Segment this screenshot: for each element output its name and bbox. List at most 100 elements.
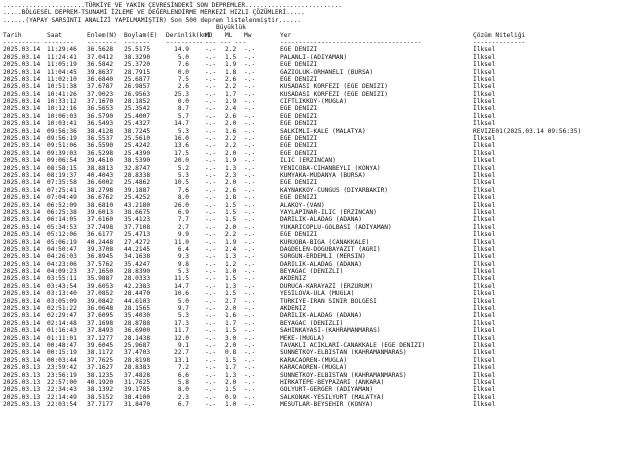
lon-cell: 25.3720 [124,61,151,69]
solution-cell: İlksel [473,312,496,320]
place-cell: MESUTLAR-BEYSEHIR (KONYA) [280,401,374,409]
lon-cell: 39.1785 [124,386,151,394]
lon-cell: 35.4247 [124,260,151,268]
place-cell: EGE DENIZI [280,135,318,143]
table-row: 2025.03.14 03:55:11 35.9887 28.0333 11.5 -.- 1… [3,275,640,282]
depth-cell: 17.5 [174,149,189,157]
time-cell: 09:51:06 [47,142,77,150]
table-row: 2025.03.14 04:50:47 39.3708 44.2145 6.4 -.- 2.… [3,246,640,253]
place-cell: EGE DENIZI [280,149,318,157]
mw-cell: -.- [244,216,256,224]
ml-cell: 2.0 [225,179,237,187]
date-cell: 2025.03.14 [3,186,41,194]
depth-cell: 11.5 [174,275,189,283]
time-cell: 03:55:11 [47,275,77,283]
mw-cell: -.- [244,68,256,76]
mw-cell: -.- [244,98,256,106]
earthquake-list-page: ......................TÜRKİYE VE YAKIN Ç… [0,0,640,456]
date-cell: 2025.03.14 [3,238,41,246]
date-cell: 2025.03.14 [3,90,41,98]
col-mw: Mw [244,31,252,39]
time-cell: 11:24:41 [47,53,77,61]
table-row: 2025.03.14 05:12:06 36.6177 25.4713 9.9 -.- 2.… [3,231,640,238]
date-cell: 2025.03.14 [3,282,41,290]
lon-cell: 38.4100 [124,393,151,401]
lon-cell: 25.4242 [124,142,151,150]
lon-cell: 39.1887 [124,186,151,194]
time-cell: 02:29:47 [47,312,77,320]
depth-cell: 11.7 [174,327,189,335]
time-cell: 01:11:01 [47,334,77,342]
preamble-line: ......(YAPAY SARSINTI ANALİZİ YAPILMAMIŞ… [3,16,302,24]
place-cell: KAYNAKKOY-CUNGUS (DIYARBAKIR) [280,186,389,194]
depth-cell: 5.3 [177,312,189,320]
date-cell: 2025.03.14 [3,149,41,157]
place-cell: SUNNETKOY-ELBISTAN (KAHRAMANMARAS) [280,349,407,357]
ml-cell: 3.0 [225,334,237,342]
table-row: 2025.03.13 23:56:19 38.1235 37.4828 6.6 -.- 1.… [3,372,640,379]
lat-cell: 37.1627 [87,364,114,372]
depth-cell: 5.3 [177,127,189,135]
ml-cell: 2.0 [225,341,237,349]
ml-cell: 1.5 [225,53,237,61]
lat-cell: 39.0842 [87,297,114,305]
lat-cell: 36.5298 [87,149,114,157]
mw-cell: -.- [244,127,256,135]
ml-cell: 1.5 [225,201,237,209]
place-cell: SUNNETKOY-ELBISTAN (KAHRAMANMARAS) [280,371,407,379]
quake-rows: 2025.03.14 11:29:46 36.5628 25.5175 14.9 -.- 2… [3,46,640,408]
solution-cell: İlksel [473,83,496,91]
time-cell: 04:23:06 [47,260,77,268]
md-cell: -.- [205,105,217,113]
md-cell: -.- [205,216,217,224]
date-cell: 2025.03.14 [3,194,41,202]
mw-cell: -.- [244,105,256,113]
mw-cell: -.- [244,179,256,187]
ml-cell: 2.6 [225,186,237,194]
ml-cell: 1.5 [225,216,237,224]
lon-cell: 38.5390 [124,157,151,165]
col-lon: Boylam(E) [124,31,158,39]
place-cell: EGE DENIZI [280,75,318,83]
dash-lat: -------- [87,38,117,46]
mw-cell: -.- [244,223,256,231]
lon-cell: 28.8338 [124,171,151,179]
lat-cell: 38.1235 [87,371,114,379]
lat-cell: 35.9887 [87,275,114,283]
mw-cell: -.- [244,83,256,91]
lon-cell: 25.5175 [124,46,151,54]
solution-cell: İlksel [473,142,496,150]
table-row: 2025.03.13 22:57:00 40.1920 31.7625 5.8 -.- 2.… [3,379,640,386]
lat-cell: 37.8493 [87,327,114,335]
md-cell: -.- [205,157,217,165]
lat-cell: 37.7177 [87,401,114,409]
ml-cell: 1.9 [225,238,237,246]
depth-cell: 9.7 [177,305,189,313]
time-cell: 07:04:49 [47,194,77,202]
mw-cell: -.- [244,238,256,246]
lon-cell: 26.9563 [124,90,151,98]
place-cell: YESILOVA-ULA (MUGLA) [280,290,355,298]
depth-cell: 7.2 [177,364,189,372]
ml-cell: 1.9 [225,98,237,106]
md-cell: -.- [205,312,217,320]
lat-cell: 37.6787 [87,83,114,91]
solution-cell: İlksel [473,327,496,335]
col-solution: Çözüm Niteliği [473,31,526,39]
mw-cell: -.- [244,149,256,157]
table-row: 2025.03.14 09:39:03 36.5298 25.4390 17.5 -.- 2… [3,150,640,157]
place-cell: DURUCA-KARAYAZI (ERZURUM) [280,282,374,290]
depth-cell: 2.6 [177,83,189,91]
md-cell: -.- [205,378,217,386]
place-cell: BEYAGAC (DENIZLI) [280,268,344,276]
solution-cell: İlksel [473,61,496,69]
md-cell: -.- [205,68,217,76]
md-cell: -.- [205,393,217,401]
table-row: 2025.03.14 04:09:23 37.1650 28.8390 5.3 -.- 1.… [3,268,640,275]
time-cell: 10:12:16 [47,105,77,113]
ml-cell: 2.0 [225,149,237,157]
place-cell: TAVAKLI ACIKLARI-CANAKKALE (EGE DENIZI) [280,341,426,349]
md-cell: -.- [205,149,217,157]
table-row: 2025.03.14 01:16:43 37.8493 36.6900 11.7 -.- 1… [3,327,640,334]
mw-cell: -.- [244,112,256,120]
